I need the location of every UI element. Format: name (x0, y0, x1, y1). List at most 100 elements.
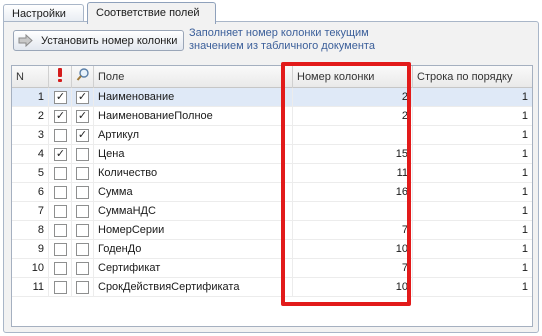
row-required-cell (49, 278, 72, 297)
header-column-number[interactable]: Номер колонки (293, 66, 413, 88)
row-search-cell (72, 259, 94, 278)
row-number: 8 (12, 221, 49, 240)
table-row[interactable]: 10 Сертификат 7 1 (12, 259, 532, 278)
row-required-cell (49, 183, 72, 202)
column-number-value[interactable]: 10 (293, 278, 413, 297)
column-number-value[interactable]: 16 (293, 183, 413, 202)
table-header: N Поле Номер колонки Строка по порядку (12, 66, 532, 88)
column-number-value[interactable] (293, 202, 413, 221)
row-search-cell (72, 240, 94, 259)
field-name[interactable]: Цена (94, 145, 293, 164)
search-checkbox[interactable] (76, 224, 89, 237)
column-number-value[interactable]: 2 (293, 107, 413, 126)
table-row[interactable]: 4 ✓ Цена 15 1 (12, 145, 532, 164)
search-checkbox[interactable] (76, 167, 89, 180)
header-search[interactable] (72, 66, 94, 88)
field-name[interactable]: СуммаНДС (94, 202, 293, 221)
row-number: 6 (12, 183, 49, 202)
required-checkbox[interactable] (54, 224, 67, 237)
magnifier-icon (76, 68, 89, 81)
header-n[interactable]: N (12, 66, 49, 88)
row-number: 7 (12, 202, 49, 221)
search-checkbox[interactable] (76, 205, 89, 218)
table-row[interactable]: 3 ✓ Артикул 1 (12, 126, 532, 145)
table-row[interactable]: 9 ГоденДо 10 1 (12, 240, 532, 259)
table-row[interactable]: 2 ✓ ✓ НаименованиеПолное 2 1 (12, 107, 532, 126)
column-number-value[interactable]: 7 (293, 221, 413, 240)
header-row-order[interactable]: Строка по порядку (413, 66, 532, 88)
field-name[interactable]: Сумма (94, 183, 293, 202)
required-checkbox[interactable]: ✓ (54, 91, 67, 104)
column-number-value[interactable]: 11 (293, 164, 413, 183)
field-name[interactable]: Артикул (94, 126, 293, 145)
field-name[interactable]: НаименованиеПолное (94, 107, 293, 126)
field-name[interactable]: Количество (94, 164, 293, 183)
field-name[interactable]: Сертификат (94, 259, 293, 278)
row-search-cell (72, 202, 94, 221)
row-order-value[interactable]: 1 (413, 259, 532, 278)
tab-panel: Установить номер колонки Заполняет номер… (3, 21, 539, 333)
row-search-cell: ✓ (72, 107, 94, 126)
row-order-value[interactable]: 1 (413, 145, 532, 164)
search-checkbox[interactable] (76, 148, 89, 161)
required-checkbox[interactable] (54, 129, 67, 142)
column-number-value[interactable]: 15 (293, 145, 413, 164)
search-checkbox[interactable] (76, 186, 89, 199)
row-number: 4 (12, 145, 49, 164)
row-required-cell (49, 259, 72, 278)
row-search-cell: ✓ (72, 88, 94, 107)
required-checkbox[interactable] (54, 243, 67, 256)
column-number-value[interactable] (293, 126, 413, 145)
row-number: 10 (12, 259, 49, 278)
set-column-number-button[interactable]: Установить номер колонки (13, 30, 184, 51)
fields-table[interactable]: N Поле Номер колонки Строка по порядку 1… (11, 65, 533, 327)
row-order-value[interactable]: 1 (413, 183, 532, 202)
required-checkbox[interactable] (54, 281, 67, 294)
search-checkbox[interactable]: ✓ (76, 129, 89, 142)
row-order-value[interactable]: 1 (413, 107, 532, 126)
row-number: 5 (12, 164, 49, 183)
search-checkbox[interactable] (76, 281, 89, 294)
search-checkbox[interactable] (76, 243, 89, 256)
table-row[interactable]: 6 Сумма 16 1 (12, 183, 532, 202)
header-required[interactable] (49, 66, 72, 88)
required-checkbox[interactable]: ✓ (54, 110, 67, 123)
field-name[interactable]: ГоденДо (94, 240, 293, 259)
row-number: 3 (12, 126, 49, 145)
search-checkbox[interactable] (76, 262, 89, 275)
row-required-cell: ✓ (49, 145, 72, 164)
row-order-value[interactable]: 1 (413, 126, 532, 145)
header-field[interactable]: Поле (94, 66, 293, 88)
required-checkbox[interactable] (54, 205, 67, 218)
row-order-value[interactable]: 1 (413, 164, 532, 183)
required-checkbox[interactable]: ✓ (54, 148, 67, 161)
row-order-value[interactable]: 1 (413, 278, 532, 297)
column-number-value[interactable]: 10 (293, 240, 413, 259)
table-row[interactable]: 7 СуммаНДС 1 (12, 202, 532, 221)
column-number-value[interactable]: 2 (293, 88, 413, 107)
required-checkbox[interactable] (54, 262, 67, 275)
column-number-value[interactable]: 7 (293, 259, 413, 278)
field-name[interactable]: НомерСерии (94, 221, 293, 240)
row-order-value[interactable]: 1 (413, 240, 532, 259)
search-checkbox[interactable]: ✓ (76, 91, 89, 104)
field-name[interactable]: СрокДействияСертификата (94, 278, 293, 297)
row-order-value[interactable]: 1 (413, 221, 532, 240)
search-checkbox[interactable]: ✓ (76, 110, 89, 123)
table-row[interactable]: 8 НомерСерии 7 1 (12, 221, 532, 240)
row-required-cell (49, 221, 72, 240)
table-row[interactable]: 11 СрокДействияСертификата 10 1 (12, 278, 532, 297)
row-search-cell (72, 221, 94, 240)
row-number: 2 (12, 107, 49, 126)
row-required-cell: ✓ (49, 107, 72, 126)
row-required-cell (49, 240, 72, 259)
required-checkbox[interactable] (54, 167, 67, 180)
tab-field-mapping[interactable]: Соответствие полей (87, 2, 216, 24)
row-order-value[interactable]: 1 (413, 88, 532, 107)
row-order-value[interactable]: 1 (413, 202, 532, 221)
table-row[interactable]: 1 ✓ ✓ Наименование 2 1 (12, 88, 532, 107)
field-name[interactable]: Наименование (94, 88, 293, 107)
button-hint-text: Заполняет номер колонки текущим значение… (189, 27, 375, 52)
required-checkbox[interactable] (54, 186, 67, 199)
table-row[interactable]: 5 Количество 11 1 (12, 164, 532, 183)
